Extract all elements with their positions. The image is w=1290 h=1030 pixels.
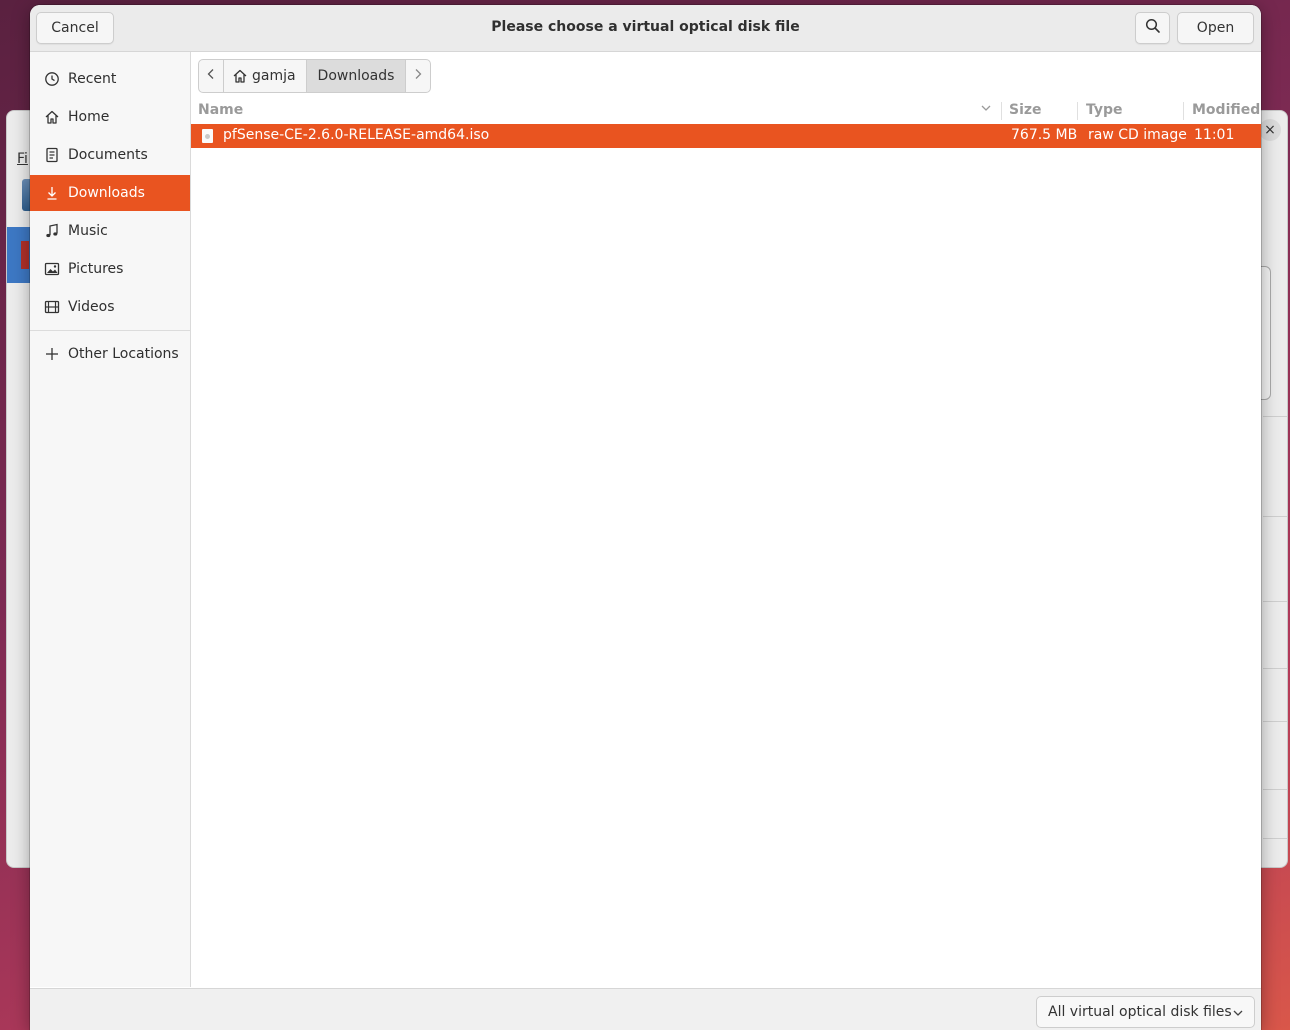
- sidebar-item-music[interactable]: Music: [30, 213, 190, 249]
- sidebar-item-label: Home: [68, 109, 110, 125]
- chevron-right-icon: [413, 68, 423, 84]
- dialog-title: Please choose a virtual optical disk fil…: [491, 19, 800, 35]
- background-divider: [1263, 838, 1287, 839]
- background-menu-file[interactable]: Fi: [17, 151, 28, 167]
- background-selected-vm: [7, 227, 31, 283]
- sidebar-item-downloads[interactable]: Downloads: [30, 175, 190, 211]
- path-segment-current[interactable]: Downloads: [307, 60, 406, 92]
- search-icon: [1145, 18, 1161, 38]
- background-divider: [1263, 789, 1287, 790]
- file-name: pfSense-CE-2.6.0-RELEASE-amd64.iso: [223, 127, 490, 143]
- sidebar-item-pictures[interactable]: Pictures: [30, 251, 190, 287]
- column-header-row: Name Size Type Modified: [191, 98, 1261, 125]
- dialog-title-wrap: Please choose a virtual optical disk fil…: [30, 19, 1261, 35]
- background-divider: [1263, 601, 1287, 602]
- sidebar-item-recent[interactable]: Recent: [30, 61, 190, 97]
- file-type: raw CD image: [1088, 127, 1187, 143]
- path-segment-home[interactable]: gamja: [224, 60, 307, 92]
- background-divider: [1263, 668, 1287, 669]
- background-panel: [1260, 266, 1271, 400]
- file-modified: 11:01: [1194, 127, 1235, 143]
- cancel-button[interactable]: Cancel: [36, 12, 114, 44]
- path-back-button[interactable]: [199, 60, 224, 92]
- sidebar-item-label: Recent: [68, 71, 117, 87]
- sidebar-item-videos[interactable]: Videos: [30, 289, 190, 325]
- music-icon: [44, 223, 60, 239]
- chevron-down-icon: [1232, 1006, 1244, 1024]
- sidebar-item-label: Documents: [68, 147, 148, 163]
- file-size: 767.5 MB: [1011, 127, 1078, 143]
- sidebar-item-label: Downloads: [68, 185, 145, 201]
- background-divider: [1263, 516, 1287, 517]
- picture-icon: [44, 261, 60, 277]
- download-icon: [44, 185, 60, 201]
- column-divider[interactable]: [1183, 102, 1184, 120]
- path-segment-label: Downloads: [317, 68, 395, 84]
- path-bar: gamja Downloads: [198, 59, 431, 93]
- column-header-modified[interactable]: Modified: [1192, 102, 1260, 122]
- header-bar: Cancel Please choose a virtual optical d…: [30, 5, 1261, 52]
- file-list: Name Size Type Modified pfSense-CE-2.6.0…: [191, 98, 1261, 987]
- home-icon: [44, 109, 60, 125]
- sidebar-item-other-locations[interactable]: Other Locations: [30, 336, 190, 372]
- film-icon: [44, 299, 60, 315]
- background-divider: [1263, 721, 1287, 722]
- plus-icon: [44, 346, 60, 362]
- dialog-footer: All virtual optical disk files: [30, 988, 1261, 1030]
- column-divider[interactable]: [1077, 102, 1078, 120]
- places-sidebar: Recent Home Documents Downloads Music Pi…: [30, 52, 191, 987]
- document-icon: [44, 147, 60, 163]
- clock-icon: [44, 71, 60, 87]
- sidebar-divider: [30, 330, 190, 331]
- sidebar-item-home[interactable]: Home: [30, 99, 190, 135]
- file-chooser-dialog: Cancel Please choose a virtual optical d…: [30, 5, 1261, 1030]
- column-divider[interactable]: [1001, 102, 1002, 120]
- background-divider: [1263, 416, 1287, 417]
- home-icon: [232, 68, 248, 84]
- sidebar-item-documents[interactable]: Documents: [30, 137, 190, 173]
- sidebar-item-label: Videos: [68, 299, 115, 315]
- sidebar-item-label: Music: [68, 223, 108, 239]
- file-row[interactable]: pfSense-CE-2.6.0-RELEASE-amd64.iso 767.5…: [191, 124, 1261, 148]
- file-iso-icon: [202, 129, 213, 143]
- column-header-type[interactable]: Type: [1086, 102, 1123, 122]
- column-header-name[interactable]: Name: [198, 102, 243, 122]
- path-segment-label: gamja: [252, 68, 296, 84]
- chevron-down-icon[interactable]: [980, 101, 992, 121]
- background-close-icon[interactable]: ×: [1259, 119, 1281, 141]
- search-button[interactable]: [1135, 12, 1170, 44]
- file-filter-select[interactable]: All virtual optical disk files: [1036, 996, 1255, 1028]
- sidebar-item-label: Pictures: [68, 261, 124, 277]
- path-forward-button[interactable]: [406, 60, 430, 92]
- column-header-size[interactable]: Size: [1009, 102, 1042, 122]
- sidebar-item-label: Other Locations: [68, 346, 179, 362]
- file-filter-label: All virtual optical disk files: [1048, 1004, 1232, 1020]
- chevron-left-icon: [206, 68, 216, 84]
- open-button[interactable]: Open: [1177, 12, 1254, 44]
